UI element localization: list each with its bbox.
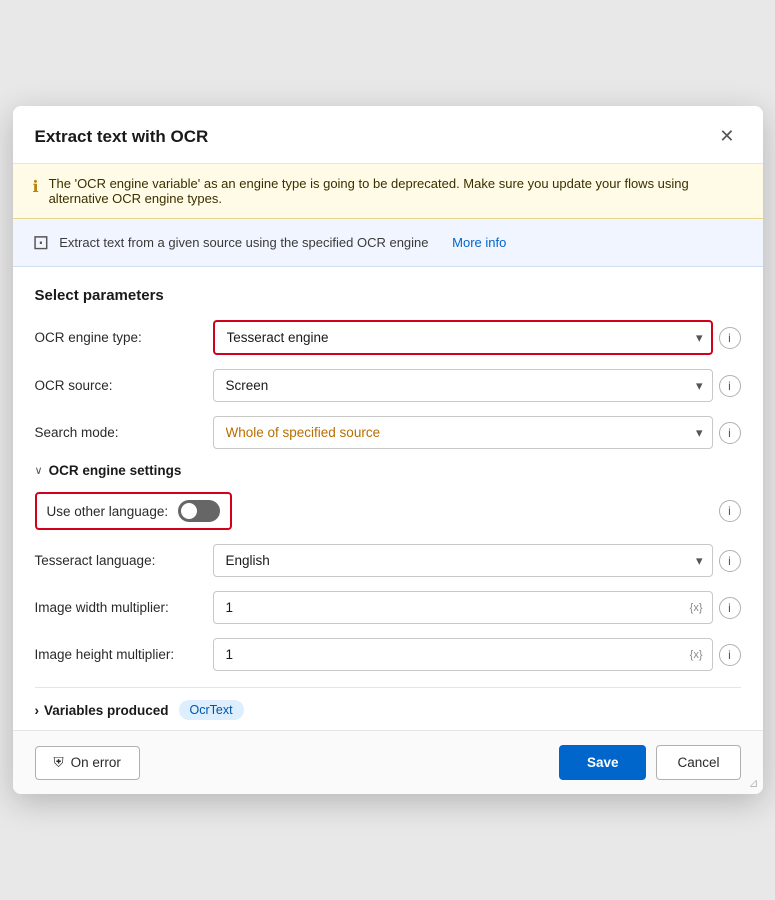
- use-other-language-toggle[interactable]: [178, 500, 220, 522]
- variables-label-text: Variables produced: [44, 703, 169, 718]
- image-width-multiplier-row: Image width multiplier: {x} i: [35, 591, 741, 624]
- use-other-language-info-button[interactable]: i: [719, 500, 741, 522]
- engine-settings-header[interactable]: ∨ OCR engine settings: [35, 463, 741, 478]
- engine-settings-section: ∨ OCR engine settings Use other language…: [35, 463, 741, 671]
- image-height-multiplier-input[interactable]: [213, 638, 713, 671]
- ocr-source-label: OCR source:: [35, 378, 205, 393]
- info-banner: ⊡ Extract text from a given source using…: [13, 219, 763, 267]
- image-height-multiplier-row: Image height multiplier: {x} i: [35, 638, 741, 671]
- image-width-info-button[interactable]: i: [719, 597, 741, 619]
- ocr-engine-type-select-wrapper: Tesseract engine Windows OCR engine OCR …: [213, 320, 713, 355]
- tesseract-language-info-button[interactable]: i: [719, 550, 741, 572]
- ocr-source-row: OCR source: Screen Foreground window Ima…: [35, 369, 741, 402]
- search-mode-select-wrapper: Whole of specified source Specific subre…: [213, 416, 713, 449]
- shield-icon: ⛨: [54, 755, 64, 771]
- info-banner-text: Extract text from a given source using t…: [59, 235, 428, 250]
- ocr-source-select[interactable]: Screen Foreground window Image: [213, 369, 713, 402]
- use-other-language-control: Use other language: i: [35, 492, 741, 530]
- image-height-info-button[interactable]: i: [719, 644, 741, 666]
- ocr-engine-type-control: Tesseract engine Windows OCR engine OCR …: [213, 320, 741, 355]
- image-width-input-wrapper: {x}: [213, 591, 713, 624]
- search-mode-control: Whole of specified source Specific subre…: [213, 416, 741, 449]
- ocr-source-select-wrapper: Screen Foreground window Image ▾: [213, 369, 713, 402]
- ocr-source-info-button[interactable]: i: [719, 375, 741, 397]
- params-section-title: Select parameters: [35, 287, 741, 304]
- on-error-button[interactable]: ⛨ On error: [35, 746, 140, 780]
- info-icon-4: i: [728, 504, 731, 518]
- variables-produced-row: › Variables produced OcrText: [35, 687, 741, 720]
- image-height-multiplier-control: {x} i: [213, 638, 741, 671]
- info-icon-2: i: [728, 379, 731, 393]
- ocr-source-control: Screen Foreground window Image ▾ i: [213, 369, 741, 402]
- image-width-multiplier-control: {x} i: [213, 591, 741, 624]
- warning-text: The 'OCR engine variable' as an engine t…: [49, 176, 743, 206]
- search-mode-label: Search mode:: [35, 425, 205, 440]
- variables-chevron-icon: ›: [35, 703, 40, 718]
- ocr-text-tag: OcrText: [179, 700, 244, 720]
- ocr-engine-type-info-button[interactable]: i: [719, 327, 741, 349]
- dialog-footer: ⛨ On error Save Cancel: [13, 730, 763, 794]
- tesseract-language-control: English French German Spanish ▾ i: [213, 544, 741, 577]
- image-width-multiplier-input[interactable]: [213, 591, 713, 624]
- warning-banner: ℹ The 'OCR engine variable' as an engine…: [13, 164, 763, 219]
- cancel-button[interactable]: Cancel: [656, 745, 740, 780]
- close-button[interactable]: ✕: [713, 124, 740, 149]
- search-mode-row: Search mode: Whole of specified source S…: [35, 416, 741, 449]
- footer-right: Save Cancel: [559, 745, 741, 780]
- more-info-link[interactable]: More info: [452, 235, 506, 250]
- resize-handle-icon: ⊿: [748, 776, 758, 790]
- engine-settings-title: OCR engine settings: [49, 463, 182, 478]
- dialog-title: Extract text with OCR: [35, 127, 209, 147]
- use-other-language-box: Use other language:: [35, 492, 233, 530]
- variables-toggle[interactable]: › Variables produced: [35, 703, 169, 718]
- toggle-slider: [178, 500, 220, 522]
- info-icon: i: [728, 331, 731, 345]
- search-mode-select[interactable]: Whole of specified source Specific subre…: [213, 416, 713, 449]
- tesseract-language-select[interactable]: English French German Spanish: [213, 544, 713, 577]
- extract-text-dialog: Extract text with OCR ✕ ℹ The 'OCR engin…: [13, 106, 763, 794]
- close-icon: ✕: [719, 126, 734, 147]
- use-other-language-row: Use other language: i: [35, 492, 741, 530]
- search-mode-info-button[interactable]: i: [719, 422, 741, 444]
- warning-icon: ℹ: [33, 177, 39, 197]
- tesseract-language-label: Tesseract language:: [35, 553, 205, 568]
- on-error-label: On error: [71, 755, 121, 770]
- use-other-language-label: Use other language:: [47, 504, 169, 519]
- image-height-input-wrapper: {x}: [213, 638, 713, 671]
- collapse-chevron-icon: ∨: [35, 464, 43, 477]
- tesseract-language-select-wrapper: English French German Spanish ▾: [213, 544, 713, 577]
- ocr-engine-type-row: OCR engine type: Tesseract engine Window…: [35, 320, 741, 355]
- ocr-engine-type-label: OCR engine type:: [35, 330, 205, 345]
- ocr-icon: ⊡: [33, 230, 50, 255]
- image-height-multiplier-label: Image height multiplier:: [35, 647, 205, 662]
- save-button[interactable]: Save: [559, 745, 647, 780]
- info-icon-3: i: [728, 426, 731, 440]
- dialog-header: Extract text with OCR ✕: [13, 106, 763, 164]
- info-icon-5: i: [728, 554, 731, 568]
- tesseract-language-row: Tesseract language: English French Germa…: [35, 544, 741, 577]
- image-width-multiplier-label: Image width multiplier:: [35, 600, 205, 615]
- info-icon-7: i: [728, 648, 731, 662]
- info-icon-6: i: [728, 601, 731, 615]
- ocr-engine-type-select[interactable]: Tesseract engine Windows OCR engine OCR …: [213, 320, 713, 355]
- dialog-content: Select parameters OCR engine type: Tesse…: [13, 267, 763, 730]
